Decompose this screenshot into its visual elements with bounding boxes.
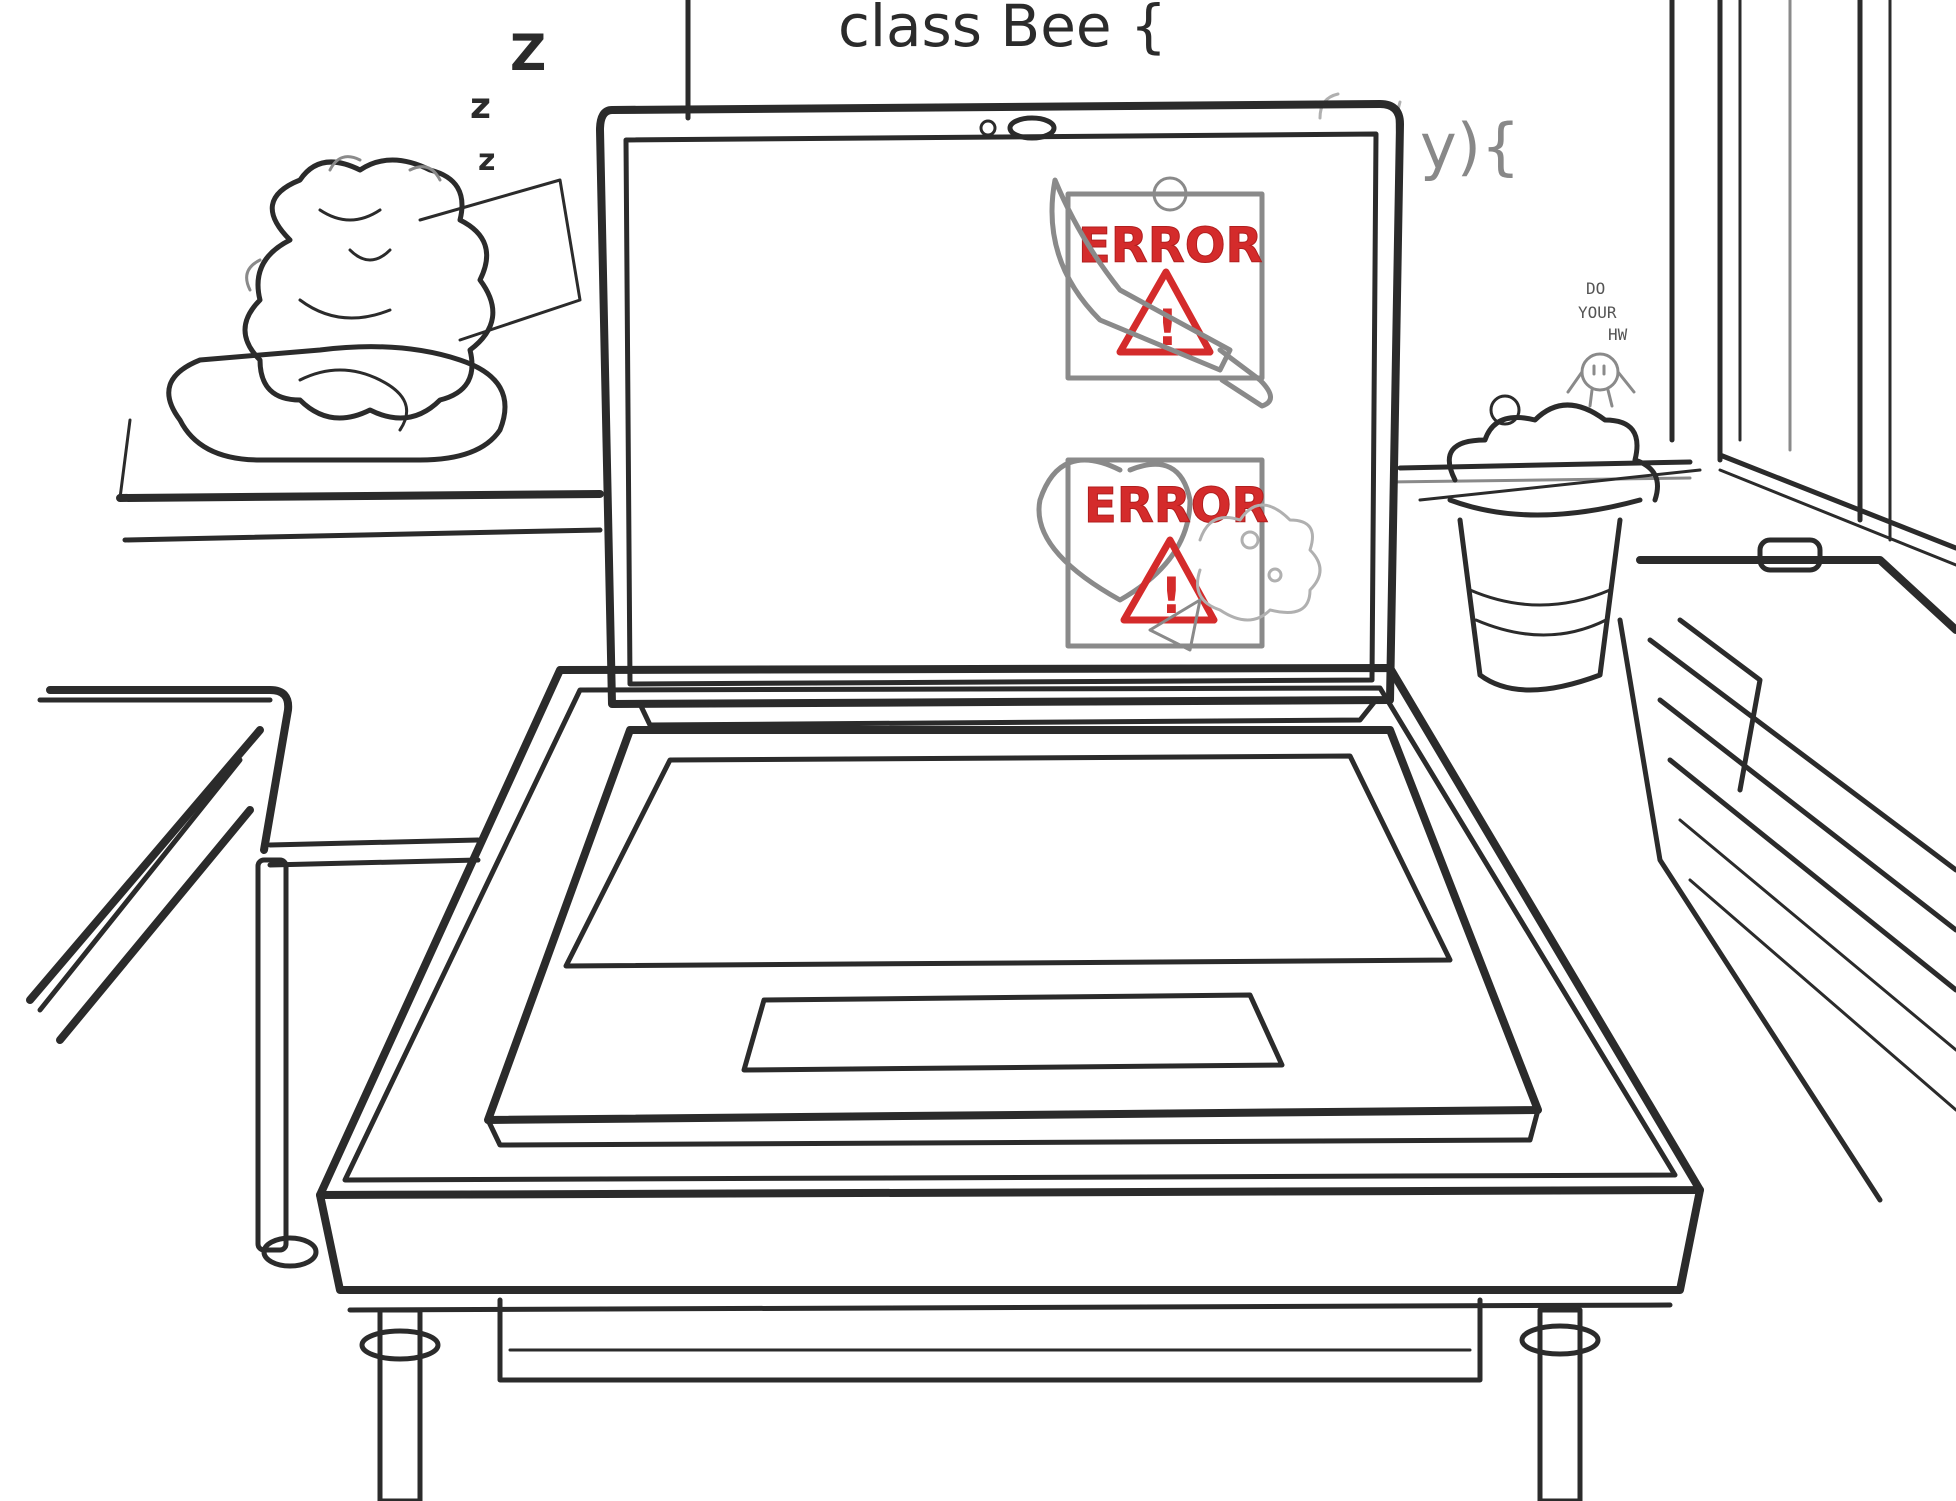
- note-line-2: YOUR: [1578, 303, 1617, 322]
- laptop: [484, 100, 1542, 1148]
- classroom-scene: class Bee { y){ DO YOUR HW z z Z ERROR !…: [26, 0, 1956, 1501]
- smiley-doodle-icon: [1566, 352, 1636, 408]
- whiteboard-note: DO YOUR HW: [1578, 279, 1628, 344]
- whiteboard-code-line: class Bee {: [838, 0, 1167, 60]
- warning-triangle-icon-2: !: [1120, 536, 1218, 625]
- error-window-heart: ERROR !: [1036, 457, 1322, 652]
- error-window-knife: ERROR !: [1049, 176, 1273, 409]
- touchpad: [741, 992, 1285, 1073]
- right-side-desk: [1617, 537, 1956, 1203]
- main-desk: [316, 664, 1704, 1501]
- zzz-mid: z: [470, 86, 491, 127]
- note-line-1: DO: [1586, 279, 1605, 298]
- note-line-3: HW: [1608, 325, 1628, 344]
- zzz-large: Z: [510, 24, 546, 82]
- whiteboard-code-fragment: y){: [1420, 110, 1520, 183]
- knife-icon: [1049, 177, 1273, 409]
- error-label-1: ERROR: [1078, 218, 1262, 274]
- sleeping-student: z z Z: [166, 24, 582, 463]
- window: [1717, 0, 1956, 567]
- error-label-2: ERROR: [1084, 478, 1268, 534]
- zzz-small: z: [478, 143, 495, 178]
